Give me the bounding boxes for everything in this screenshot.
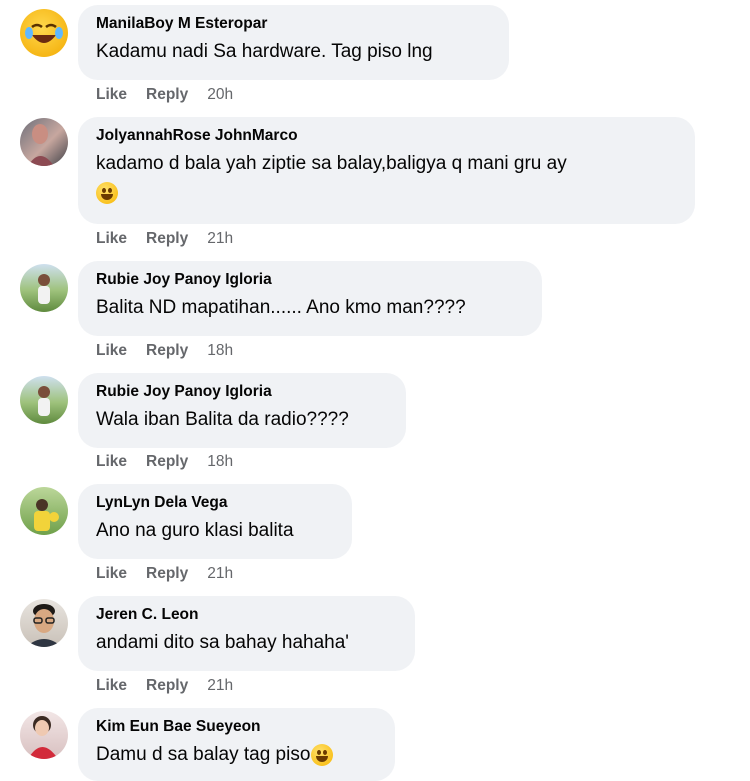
reply-button[interactable]: Reply [146,342,188,360]
comment-bubble: Rubie Joy Panoy Igloria Balita ND mapati… [78,261,542,336]
comment-timestamp[interactable]: 21h [207,565,233,583]
profile-photo-icon [28,124,54,166]
comment-bubble: Rubie Joy Panoy Igloria Wala iban Balita… [78,373,406,448]
comment-actions: Like Reply 21h [96,565,233,583]
comment-bubble: ManilaBoy M Esteropar Kadamu nadi Sa har… [78,5,509,80]
grinning-face-emoji-icon [96,182,118,204]
comment-author[interactable]: Jeren C. Leon [96,605,397,625]
comment-text: Ano na guro klasi balita [96,520,294,541]
avatar[interactable] [20,487,68,535]
avatar[interactable] [20,118,68,166]
comment-actions: Like Reply 18h [96,453,233,471]
comment-author[interactable]: ManilaBoy M Esteropar [96,14,491,34]
avatar[interactable] [20,711,68,759]
like-button[interactable]: Like [96,230,127,248]
like-button[interactable]: Like [96,342,127,360]
comment-author[interactable]: LynLyn Dela Vega [96,493,334,513]
laughing-tears-emoji-icon [311,743,334,766]
comment-text: Balita ND mapatihan...... Ano kmo man???… [96,297,466,318]
laughing-emoji-icon [25,23,63,43]
reply-button[interactable]: Reply [146,86,188,104]
like-button[interactable]: Like [96,86,127,104]
comment-text-content: Damu d sa balay tag piso [96,744,311,765]
comment-actions: Like Reply 21h [96,677,233,695]
comment-bubble: JolyannahRose JohnMarco kadamo d bala ya… [78,117,695,224]
reply-button[interactable]: Reply [146,453,188,471]
comment-actions: Like Reply 21h [96,230,233,248]
profile-photo-icon [26,604,62,647]
comment-author[interactable]: Rubie Joy Panoy Igloria [96,382,388,402]
avatar[interactable] [20,599,68,647]
avatar[interactable] [20,9,68,57]
avatar[interactable] [20,264,68,312]
comment-timestamp[interactable]: 21h [207,677,233,695]
comment-timestamp[interactable]: 18h [207,453,233,471]
reply-button[interactable]: Reply [146,230,188,248]
comment-bubble: Kim Eun Bae Sueyeon Damu d sa balay tag … [78,708,395,781]
avatar[interactable] [20,376,68,424]
comment-timestamp[interactable]: 20h [207,86,233,104]
like-button[interactable]: Like [96,677,127,695]
comment-text: Damu d sa balay tag piso [96,741,377,769]
comment-author[interactable]: Kim Eun Bae Sueyeon [96,717,377,737]
like-button[interactable]: Like [96,453,127,471]
profile-photo-icon [28,716,58,759]
comment-text: Wala iban Balita da radio???? [96,409,349,430]
comment-actions: Like Reply 18h [96,342,233,360]
comment-timestamp[interactable]: 21h [207,230,233,248]
comment-text: Kadamu nadi Sa hardware. Tag piso lng [96,41,433,62]
profile-photo-icon [38,274,50,304]
comment-actions: Like Reply 20h [96,86,233,104]
comment-author[interactable]: Rubie Joy Panoy Igloria [96,270,524,290]
comment-timestamp[interactable]: 18h [207,342,233,360]
comment-text: andami dito sa bahay hahaha' [96,632,349,653]
profile-photo-icon [38,386,50,416]
comment-text: kadamo d bala yah ziptie sa balay,baligy… [96,153,567,174]
comment-author[interactable]: JolyannahRose JohnMarco [96,126,677,146]
profile-photo-icon [34,499,59,531]
like-button[interactable]: Like [96,565,127,583]
reply-button[interactable]: Reply [146,565,188,583]
reply-button[interactable]: Reply [146,677,188,695]
comment-bubble: Jeren C. Leon andami dito sa bahay hahah… [78,596,415,671]
comment-bubble: LynLyn Dela Vega Ano na guro klasi balit… [78,484,352,559]
